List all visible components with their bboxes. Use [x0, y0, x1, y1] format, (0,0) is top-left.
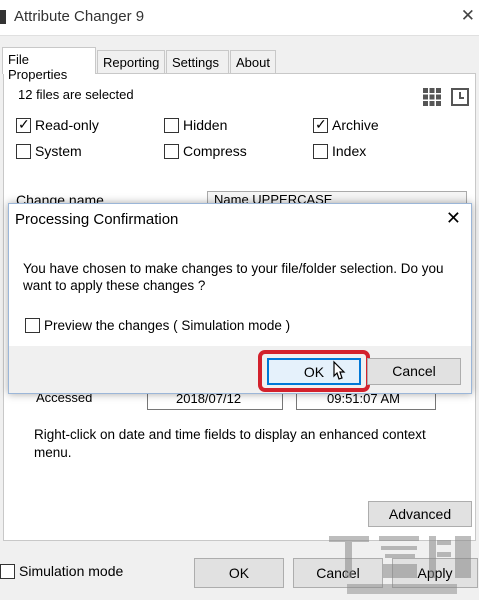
tab-about[interactable]: About — [230, 50, 276, 74]
checkbox-compress[interactable]: Compress — [164, 142, 247, 160]
main-cancel-button[interactable]: Cancel — [293, 558, 383, 588]
checkbox-index[interactable]: Index — [313, 142, 366, 160]
window-title: Attribute Changer 9 — [14, 8, 145, 25]
dialog-titlebar: Processing Confirmation ✕ — [9, 204, 471, 234]
checkbox-box[interactable]: ✓ — [16, 116, 31, 133]
dialog-title: Processing Confirmation — [15, 211, 179, 228]
checkbox-box[interactable] — [16, 144, 31, 159]
checkbox-system[interactable]: System — [16, 142, 82, 160]
checkbox-box[interactable]: ✓ — [313, 116, 328, 133]
mouse-pointer-icon — [333, 360, 346, 380]
simulation-mode-label: Simulation mode — [19, 563, 124, 579]
checkmark-icon: ✓ — [315, 116, 327, 132]
tab-file-properties[interactable]: File Properties — [2, 47, 96, 82]
checkbox-box[interactable] — [25, 318, 40, 333]
advanced-button[interactable]: Advanced — [368, 501, 472, 527]
checkbox-box[interactable] — [313, 144, 328, 159]
checkbox-label: System — [35, 143, 82, 159]
dialog-message: You have chosen to make changes to your … — [23, 261, 444, 293]
preview-changes-checkbox[interactable]: Preview the changes ( Simulation mode ) — [25, 318, 290, 333]
dialog-close-icon[interactable]: ✕ — [446, 208, 461, 229]
checkbox-label: Archive — [332, 117, 379, 133]
main-ok-button[interactable]: OK — [194, 558, 284, 588]
processing-confirmation-dialog: Processing Confirmation ✕ You have chose… — [8, 203, 472, 394]
simulation-mode-checkbox[interactable]: Simulation mode — [0, 563, 123, 579]
checkbox-label: Hidden — [183, 117, 228, 133]
checkbox-label: Index — [332, 143, 367, 159]
dialog-body: You have chosen to make changes to your … — [9, 234, 471, 346]
checkbox-label: Read-only — [35, 117, 99, 133]
checkbox-read-only[interactable]: ✓ Read-only — [16, 116, 99, 134]
checkbox-label: Compress — [183, 143, 247, 159]
checkbox-box[interactable] — [164, 118, 179, 133]
checkbox-box[interactable] — [0, 564, 15, 579]
checkbox-box[interactable] — [164, 144, 179, 159]
tab-settings[interactable]: Settings — [166, 50, 229, 74]
checkbox-hidden[interactable]: Hidden — [164, 116, 227, 134]
window-titlebar: Attribute Changer 9 ✕ — [0, 0, 479, 36]
files-selected-count: 12 files are selected — [18, 87, 134, 102]
context-menu-hint: Right-click on date and time fields to d… — [34, 427, 426, 460]
window-close-icon[interactable]: ✕ — [461, 6, 475, 26]
preview-changes-label: Preview the changes ( Simulation mode ) — [44, 318, 291, 333]
dialog-cancel-button[interactable]: Cancel — [367, 358, 461, 385]
tab-strip: File Properties Reporting Settings About — [0, 47, 479, 82]
app-icon — [0, 10, 6, 24]
checkbox-archive[interactable]: ✓ Archive — [313, 116, 379, 134]
checkmark-icon: ✓ — [18, 116, 30, 132]
main-apply-button[interactable]: Apply — [392, 558, 478, 588]
clock-icon[interactable] — [451, 88, 469, 106]
tab-reporting[interactable]: Reporting — [97, 50, 165, 74]
grid-view-icon[interactable] — [423, 88, 441, 106]
